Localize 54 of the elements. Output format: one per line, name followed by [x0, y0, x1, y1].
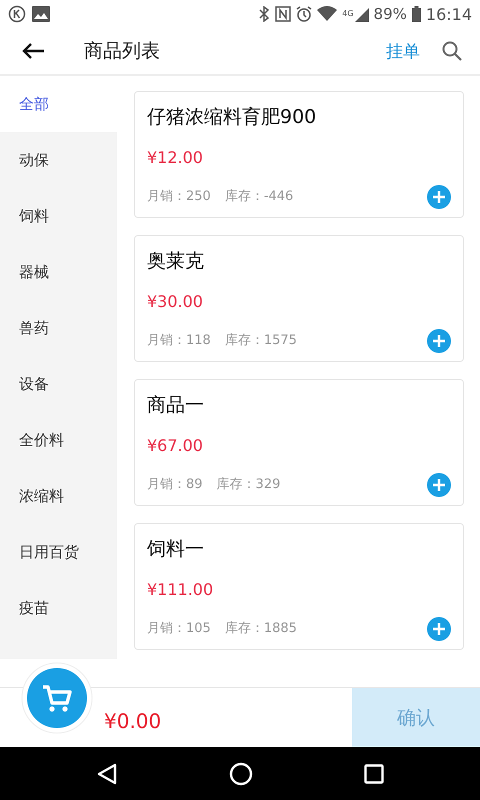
back-icon[interactable] [96, 762, 118, 784]
product-card[interactable]: 仔猪浓缩料育肥900 ¥12.00 月销：250 库存：-446 [134, 91, 464, 218]
battery-percent: 89% [374, 5, 407, 23]
category-tab[interactable]: 动保 [0, 132, 117, 188]
network-label: 4G [342, 8, 354, 18]
alarm-icon [296, 6, 312, 22]
battery-icon [412, 6, 421, 22]
bluetooth-icon [258, 6, 270, 22]
product-name: 奥莱克 [147, 249, 205, 274]
product-name: 商品一 [147, 393, 205, 418]
monthly-sales: 月销：118 [147, 332, 211, 349]
add-icon[interactable] [427, 617, 451, 641]
category-tab[interactable]: 疫苗 [0, 580, 117, 636]
home-icon[interactable] [228, 762, 253, 786]
category-tab[interactable]: 设备 [0, 356, 117, 412]
add-icon[interactable] [427, 185, 451, 209]
stock-count: 库存：329 [216, 476, 280, 493]
product-card[interactable]: 奥莱克 ¥30.00 月销：118 库存：1575 [134, 235, 464, 362]
recents-icon[interactable] [364, 764, 384, 784]
image-icon [32, 6, 50, 22]
search-icon[interactable] [442, 41, 462, 61]
back-arrow-icon[interactable] [22, 43, 44, 59]
add-icon[interactable] [427, 473, 451, 497]
nfc-icon [275, 6, 292, 22]
product-card[interactable]: 商品一 ¥67.00 月销：89 库存：329 [134, 379, 464, 506]
category-tab[interactable]: 全部 [0, 76, 117, 132]
product-name: 饲料一 [147, 537, 205, 562]
monthly-sales: 月销：105 [147, 620, 211, 637]
monthly-sales: 月销：89 [147, 476, 203, 493]
category-tab[interactable]: 器械 [0, 244, 117, 300]
add-icon[interactable] [427, 329, 451, 353]
category-tab[interactable]: 浓缩料 [0, 468, 117, 524]
stock-count: 库存：1885 [224, 620, 297, 637]
category-tab[interactable]: 全价料 [0, 412, 117, 468]
k-icon [8, 5, 26, 23]
product-price: ¥67.00 [147, 436, 204, 455]
product-price: ¥30.00 [147, 292, 204, 311]
signal-icon [354, 6, 369, 22]
product-price: ¥111.00 [147, 580, 214, 599]
page-title: 商品列表 [84, 39, 161, 64]
cart-total: ¥0.00 [104, 708, 162, 732]
wifi-icon [317, 6, 338, 22]
product-card[interactable]: 饲料一 ¥111.00 月销：105 库存：1885 [134, 523, 464, 650]
category-tab[interactable]: 饲料 [0, 188, 117, 244]
cart-icon[interactable] [21, 662, 93, 734]
category-tab[interactable]: 兽药 [0, 300, 117, 356]
category-tab[interactable]: 日用百货 [0, 524, 117, 580]
clock-time: 16:14 [426, 4, 472, 24]
product-price: ¥12.00 [147, 148, 204, 167]
hold-order-button[interactable]: 挂单 [386, 40, 420, 62]
stock-count: 库存：-446 [224, 188, 294, 205]
stock-count: 库存：1575 [224, 332, 297, 349]
product-name: 仔猪浓缩料育肥900 [147, 105, 318, 130]
monthly-sales: 月销：250 [147, 188, 211, 205]
